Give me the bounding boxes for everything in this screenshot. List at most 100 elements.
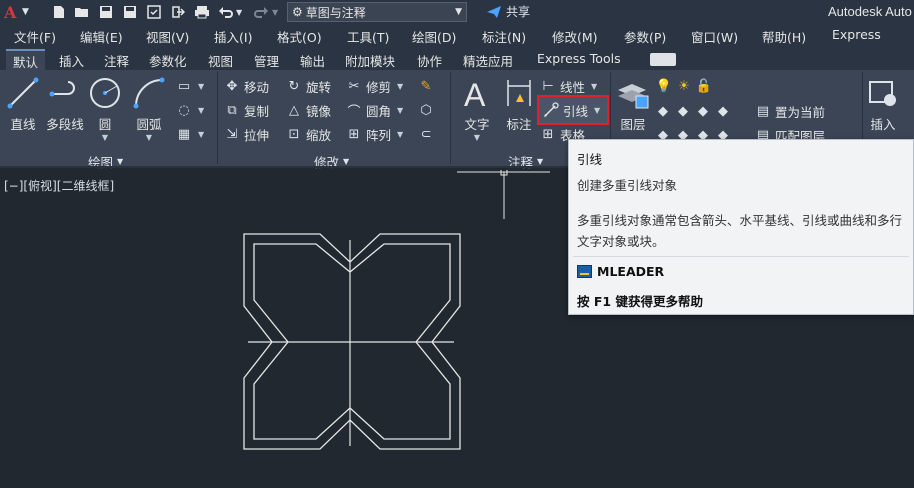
bulb-icon[interactable]: 💡 (656, 78, 672, 94)
circle-button[interactable]: 圆 ▼ (82, 76, 128, 142)
text-button[interactable]: A 文字 ▼ (454, 76, 500, 142)
menu-draw[interactable]: 绘图(D) (412, 27, 456, 46)
text-dropdown-icon[interactable]: ▼ (474, 133, 480, 142)
circle-dropdown-icon[interactable]: ▼ (102, 133, 108, 142)
tab-annotate[interactable]: 注释 (97, 49, 136, 70)
line-button[interactable]: 直线 (0, 76, 46, 133)
menu-express[interactable]: Express (832, 27, 881, 42)
menu-window[interactable]: 窗口(W) (691, 27, 738, 46)
tab-output[interactable]: 输出 (293, 49, 332, 70)
layer-isolate-icon[interactable]: ◆ (655, 103, 671, 119)
undo-dropdown-icon[interactable]: ▼ (236, 3, 242, 21)
insert-block-button[interactable]: 插入 (860, 76, 906, 133)
move-button[interactable]: ✥ 移动 (224, 76, 269, 96)
rotate-label: 旋转 (306, 79, 332, 95)
insert-block-label: 插入 (870, 117, 896, 132)
explode-button[interactable]: ⬡ (418, 100, 434, 120)
ribbon-tab-bar: 默认 插入 注释 参数化 视图 管理 输出 附加模块 协作 精选应用 Expre… (0, 46, 914, 70)
menu-format[interactable]: 格式(O) (277, 27, 322, 46)
leader-label: 引线 (563, 103, 589, 119)
redo-icon[interactable] (252, 3, 270, 21)
trim-button[interactable]: ✂ 修剪 ▼ (346, 76, 404, 96)
command-icon (577, 265, 592, 278)
print-icon[interactable] (193, 3, 211, 21)
tab-manage[interactable]: 管理 (247, 49, 286, 70)
layer-off-icon[interactable]: ◆ (675, 103, 691, 119)
tab-featured-apps[interactable]: 精选应用 (456, 49, 520, 70)
tab-insert[interactable]: 插入 (52, 49, 91, 70)
sun-icon[interactable]: ☀ (676, 78, 692, 94)
array-label: 阵列 (366, 127, 392, 143)
draw-panel-title[interactable]: 绘图 ▼ (88, 152, 123, 171)
save-as-icon[interactable] (121, 3, 139, 21)
mirror-button[interactable]: △ 镜像 (286, 100, 331, 120)
offset-button[interactable]: ⊂ (418, 124, 434, 144)
tab-default[interactable]: 默认 (6, 49, 46, 70)
erase-button[interactable]: ✎ (418, 76, 434, 96)
menu-view[interactable]: 视图(V) (146, 27, 189, 46)
share-label: 共享 (506, 5, 531, 19)
web-mobile-icon[interactable] (145, 3, 163, 21)
hatch-tool[interactable]: ▦ ▼ (176, 124, 204, 144)
hatch-icon: ▦ (177, 126, 191, 142)
arc-button[interactable]: 圆弧 ▼ (126, 76, 172, 142)
tab-view[interactable]: 视图 (201, 49, 240, 70)
set-current-button[interactable]: ▤ 置为当前 (755, 101, 825, 121)
menu-dimension[interactable]: 标注(N) (482, 27, 526, 46)
chevron-down-icon: ▼ (397, 129, 404, 139)
menu-edit[interactable]: 编辑(E) (80, 27, 123, 46)
workspace-select[interactable]: ⚙ 草图与注释 ▼ (287, 2, 467, 22)
ribbon-minimize-toggle[interactable] (650, 53, 676, 66)
share-button[interactable]: 共享 (486, 3, 530, 20)
new-file-icon[interactable] (50, 3, 68, 21)
dimension-button[interactable]: 标注 (496, 76, 542, 133)
text-label: 文字 (464, 117, 490, 132)
stretch-icon: ⇲ (226, 126, 238, 142)
open-folder-icon[interactable] (73, 3, 91, 21)
stretch-button[interactable]: ⇲ 拉伸 (224, 124, 269, 144)
linear-button[interactable]: ⊢ 线性 ▼ (540, 76, 597, 96)
lock-open-icon[interactable]: 🔓 (696, 78, 712, 94)
tab-collaborate[interactable]: 协作 (410, 49, 449, 70)
tab-express-tools[interactable]: Express Tools (530, 49, 628, 70)
fillet-button[interactable]: ⌒ 圆角 ▼ (346, 100, 403, 120)
rectangle-tool[interactable]: ▭ ▼ (176, 76, 204, 96)
annotation-panel-title[interactable]: 注释 ▼ (508, 152, 543, 171)
tab-parametric[interactable]: 参数化 (142, 49, 194, 70)
array-button[interactable]: ⊞ 阵列 ▼ (346, 124, 404, 144)
menu-parametric[interactable]: 参数(P) (624, 27, 666, 46)
redo-dropdown-icon[interactable]: ▼ (272, 3, 278, 21)
layer-state-icons: 💡 ☀ 🔓 (656, 76, 712, 96)
chevron-down-icon: ▼ (117, 157, 124, 166)
dimension-label: 标注 (506, 117, 532, 132)
arc-dropdown-icon[interactable]: ▼ (146, 133, 152, 142)
app-logo[interactable]: A (4, 3, 16, 22)
chevron-down-icon: ▼ (198, 81, 205, 91)
export-icon[interactable] (169, 3, 187, 21)
undo-icon[interactable] (217, 3, 235, 21)
app-menu-arrow-icon[interactable]: ▼ (22, 3, 29, 21)
move-label: 移动 (244, 79, 270, 95)
menu-modify[interactable]: 修改(M) (552, 27, 598, 46)
menu-tools[interactable]: 工具(T) (347, 27, 389, 46)
chevron-down-icon: ▼ (343, 157, 350, 166)
hatch-ellipse-tool[interactable]: ◌ ▼ (176, 100, 204, 120)
chevron-down-icon: ▼ (198, 129, 205, 139)
mirror-icon: △ (289, 102, 299, 118)
layer-freeze-icon[interactable]: ◆ (695, 103, 711, 119)
modify-panel-title[interactable]: 修改 ▼ (314, 152, 349, 171)
scale-button[interactable]: ⊡ 缩放 (286, 124, 331, 144)
layer-properties-button[interactable]: 图层 (610, 76, 656, 133)
menu-insert[interactable]: 插入(I) (214, 27, 252, 46)
menu-file[interactable]: 文件(F) (14, 27, 56, 46)
menu-help[interactable]: 帮助(H) (762, 27, 806, 46)
leader-icon (543, 102, 559, 118)
rotate-button[interactable]: ↻ 旋转 (286, 76, 331, 96)
tab-addins[interactable]: 附加模块 (338, 49, 402, 70)
copy-button[interactable]: ⧉ 复制 (224, 100, 269, 120)
trim-label: 修剪 (366, 79, 392, 95)
save-icon[interactable] (97, 3, 115, 21)
leader-button[interactable]: 引线 ▼ (537, 95, 609, 125)
line-label: 直线 (10, 117, 36, 132)
layer-lock-icon[interactable]: ◆ (715, 103, 731, 119)
